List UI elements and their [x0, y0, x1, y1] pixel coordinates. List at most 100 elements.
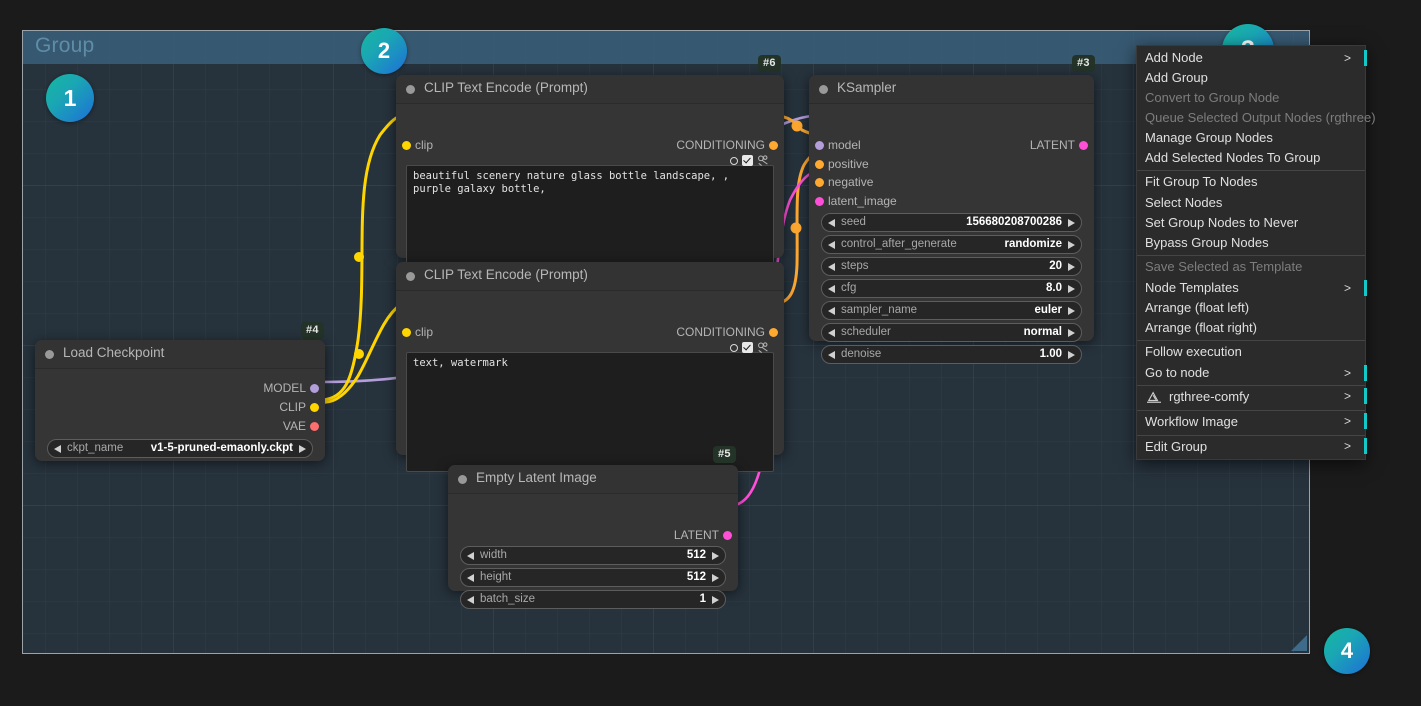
- widget-denoise[interactable]: denoise 1.00: [821, 345, 1082, 364]
- checkbox-checked-icon[interactable]: [742, 155, 753, 166]
- widget-prev-arrow-icon[interactable]: [828, 328, 835, 337]
- widget-batch-size[interactable]: batch_size 1: [460, 590, 726, 609]
- menu-item-select-nodes[interactable]: Select Nodes: [1137, 193, 1365, 213]
- widget-next-arrow-icon[interactable]: [1068, 218, 1075, 227]
- submenu-marker: [1364, 50, 1367, 66]
- menu-item-manage-group-nodes[interactable]: Manage Group Nodes: [1137, 128, 1365, 148]
- menu-item-arrange-float-left[interactable]: Arrange (float left): [1137, 298, 1365, 318]
- menu-item-add-node[interactable]: Add Node >: [1137, 48, 1367, 68]
- slot-dot-icon: [815, 178, 824, 187]
- textarea-controls[interactable]: [730, 154, 772, 167]
- input-slot-model[interactable]: model: [815, 138, 861, 152]
- menu-item-set-group-nodes-to-never[interactable]: Set Group Nodes to Never: [1137, 213, 1365, 233]
- node-clip-text-encode-positive[interactable]: CLIP Text Encode (Prompt) clip CONDITION…: [396, 75, 784, 275]
- slot-dot-icon: [815, 197, 824, 206]
- widget-prev-arrow-icon[interactable]: [467, 595, 474, 604]
- widget-prev-arrow-icon[interactable]: [828, 284, 835, 293]
- node-collapse-dot-icon[interactable]: [406, 272, 415, 281]
- context-menu[interactable]: Add Node > Add Group Convert to Group Node Q…: [1136, 45, 1376, 460]
- output-slot-latent[interactable]: LATENT: [1030, 138, 1088, 152]
- node-ksampler[interactable]: KSampler model positive negative latent_…: [809, 75, 1094, 364]
- group-title-bar[interactable]: [23, 31, 1309, 64]
- input-slot-clip[interactable]: clip: [402, 138, 433, 152]
- widget-next-arrow-icon[interactable]: [712, 595, 719, 604]
- output-slot-clip[interactable]: CLIP: [279, 400, 319, 414]
- output-slot-model[interactable]: MODEL: [263, 381, 319, 395]
- menu-item-follow-execution[interactable]: Follow execution: [1137, 340, 1365, 363]
- widget-prev-arrow-icon[interactable]: [828, 350, 835, 359]
- widget-height[interactable]: height 512: [460, 568, 726, 587]
- widget-next-arrow-icon[interactable]: [299, 444, 306, 453]
- menu-item-bypass-group-nodes[interactable]: Bypass Group Nodes: [1137, 233, 1365, 253]
- node-collapse-dot-icon[interactable]: [819, 85, 828, 94]
- node-badge-clip-negative: #5: [713, 446, 736, 463]
- brush-icon[interactable]: [757, 154, 772, 167]
- widget-prev-arrow-icon[interactable]: [54, 444, 61, 453]
- widget-prev-arrow-icon[interactable]: [828, 240, 835, 249]
- menu-item-rgthree-comfy[interactable]: rgthree-comfy >: [1137, 385, 1367, 408]
- submenu-chevron-icon: >: [1343, 414, 1351, 428]
- node-empty-latent-image[interactable]: Empty Latent Image LATENT width 512 heig…: [448, 465, 738, 609]
- widget-next-arrow-icon[interactable]: [1068, 328, 1075, 337]
- input-slot-negative[interactable]: negative: [815, 175, 873, 189]
- output-slot-vae[interactable]: VAE: [283, 419, 319, 433]
- graph-canvas[interactable]: Group #4 Load Checkpoint MODEL CLIP VAE …: [0, 0, 1421, 706]
- output-slot-conditioning[interactable]: CONDITIONING: [676, 138, 778, 152]
- textarea-controls[interactable]: [730, 341, 772, 354]
- widget-next-arrow-icon[interactable]: [712, 551, 719, 560]
- menu-item-label: Select Nodes: [1145, 195, 1223, 210]
- widget-scheduler[interactable]: scheduler normal: [821, 323, 1082, 342]
- widget-control-after-generate[interactable]: control_after_generate randomize: [821, 235, 1082, 254]
- radio-circle-icon[interactable]: [730, 156, 738, 165]
- widget-prev-arrow-icon[interactable]: [828, 218, 835, 227]
- output-slot-conditioning[interactable]: CONDITIONING: [676, 325, 778, 339]
- checkbox-checked-icon[interactable]: [742, 342, 753, 353]
- widget-width[interactable]: width 512: [460, 546, 726, 565]
- radio-circle-icon[interactable]: [730, 343, 738, 352]
- node-title-bar[interactable]: CLIP Text Encode (Prompt): [396, 75, 784, 103]
- menu-item-edit-group[interactable]: Edit Group >: [1137, 435, 1367, 458]
- node-collapse-dot-icon[interactable]: [406, 85, 415, 94]
- slot-dot-icon: [815, 141, 824, 150]
- menu-item-go-to-node[interactable]: Go to node >: [1137, 363, 1367, 383]
- node-collapse-dot-icon[interactable]: [45, 350, 54, 359]
- widget-label: denoise: [841, 348, 882, 360]
- widget-next-arrow-icon[interactable]: [1068, 262, 1075, 271]
- menu-item-add-group[interactable]: Add Group: [1137, 68, 1365, 88]
- node-title-bar[interactable]: KSampler: [809, 75, 1094, 103]
- menu-item-workflow-image[interactable]: Workflow Image >: [1137, 410, 1367, 433]
- widget-sampler-name[interactable]: sampler_name euler: [821, 301, 1082, 320]
- widget-next-arrow-icon[interactable]: [712, 573, 719, 582]
- node-title-bar[interactable]: Load Checkpoint: [35, 340, 325, 368]
- widget-next-arrow-icon[interactable]: [1068, 306, 1075, 315]
- menu-item-label: Node Templates: [1145, 280, 1239, 295]
- output-slot-latent[interactable]: LATENT: [674, 528, 732, 542]
- menu-item-add-selected-nodes-to-group[interactable]: Add Selected Nodes To Group: [1137, 148, 1365, 168]
- widget-prev-arrow-icon[interactable]: [828, 262, 835, 271]
- input-slot-clip[interactable]: clip: [402, 325, 433, 339]
- node-title-text: Empty Latent Image: [476, 470, 597, 485]
- widget-prev-arrow-icon[interactable]: [828, 306, 835, 315]
- widget-seed[interactable]: seed 156680208700286: [821, 213, 1082, 232]
- widget-prev-arrow-icon[interactable]: [467, 573, 474, 582]
- textarea-prompt-positive[interactable]: beautiful scenery nature glass bottle la…: [406, 165, 774, 275]
- widget-ckpt-name[interactable]: ckpt_name v1-5-pruned-emaonly.ckpt: [47, 439, 313, 458]
- widget-next-arrow-icon[interactable]: [1068, 284, 1075, 293]
- widget-cfg[interactable]: cfg 8.0: [821, 279, 1082, 298]
- menu-item-node-templates[interactable]: Node Templates >: [1137, 278, 1367, 298]
- group-resize-handle[interactable]: [1291, 635, 1307, 651]
- widget-steps[interactable]: steps 20: [821, 257, 1082, 276]
- input-slot-positive[interactable]: positive: [815, 157, 869, 171]
- node-clip-text-encode-negative[interactable]: CLIP Text Encode (Prompt) clip CONDITION…: [396, 262, 784, 472]
- node-title-bar[interactable]: Empty Latent Image: [448, 465, 738, 493]
- widget-next-arrow-icon[interactable]: [1068, 240, 1075, 249]
- input-slot-latent-image[interactable]: latent_image: [815, 194, 897, 208]
- node-collapse-dot-icon[interactable]: [458, 475, 467, 484]
- menu-item-fit-group-to-nodes[interactable]: Fit Group To Nodes: [1137, 170, 1365, 193]
- widget-next-arrow-icon[interactable]: [1068, 350, 1075, 359]
- node-load-checkpoint[interactable]: Load Checkpoint MODEL CLIP VAE ckpt_name…: [35, 340, 325, 461]
- node-title-bar[interactable]: CLIP Text Encode (Prompt): [396, 262, 784, 290]
- brush-icon[interactable]: [757, 341, 772, 354]
- widget-prev-arrow-icon[interactable]: [467, 551, 474, 560]
- menu-item-arrange-float-right[interactable]: Arrange (float right): [1137, 318, 1365, 338]
